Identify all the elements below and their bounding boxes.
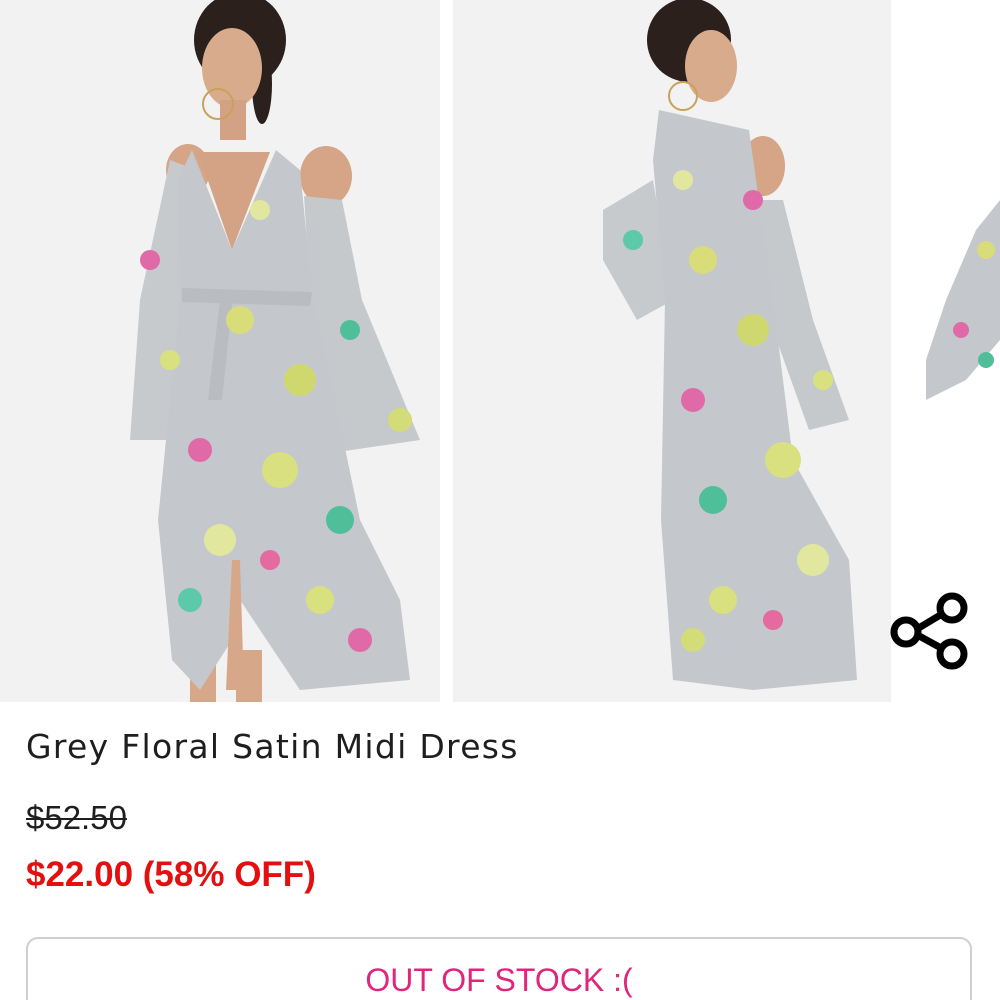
product-photo-back[interactable] [453, 0, 891, 702]
original-price: $52.50 [26, 799, 127, 836]
product-page: Grey Floral Satin Midi Dress $52.50 $22.… [0, 0, 1000, 1000]
share-icon[interactable] [884, 588, 972, 672]
image-gallery[interactable] [0, 0, 1000, 702]
out-of-stock-button[interactable]: OUT OF STOCK :( [26, 937, 972, 1000]
product-title: Grey Floral Satin Midi Dress [26, 727, 519, 766]
sale-price: $22.00 (58% OFF) [26, 855, 316, 894]
product-photo-front[interactable] [0, 0, 440, 702]
stock-status-label: OUT OF STOCK :( [365, 962, 633, 998]
